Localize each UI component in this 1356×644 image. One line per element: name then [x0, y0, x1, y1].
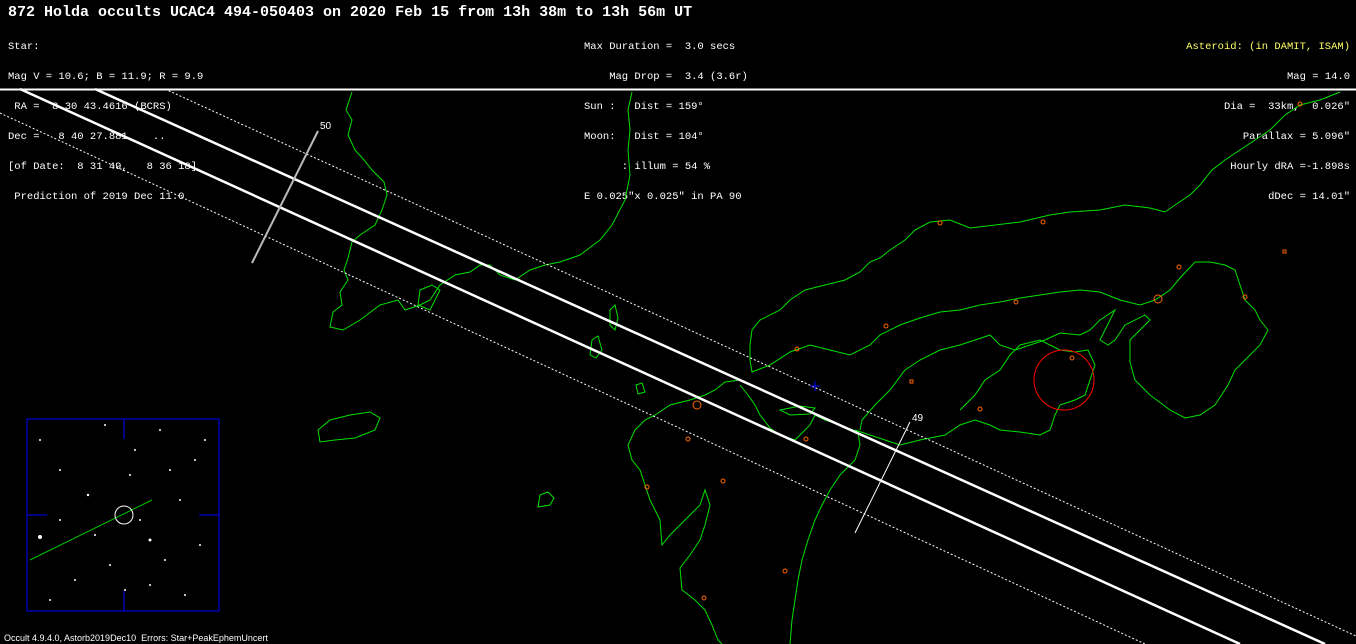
city-marker-large: [692, 400, 702, 410]
time-tick-50: [251, 130, 319, 264]
city-marker: [909, 379, 914, 384]
coast-island-b: [317, 411, 381, 443]
city-marker: [1040, 219, 1046, 225]
city-marker: [701, 595, 707, 601]
time-label-49: 49: [912, 413, 924, 424]
blue-cross: [810, 381, 820, 391]
error-ellipse: [1033, 349, 1095, 411]
city-marker: [977, 406, 983, 412]
city-marker: [685, 436, 691, 442]
city-marker: [883, 323, 889, 329]
coast-island-a: [417, 284, 441, 311]
city-marker: [1282, 249, 1287, 254]
city-marker: [803, 436, 809, 442]
path-north-limit: [94, 87, 1326, 644]
footer-info: Occult 4.9.4.0, Astorb2019Dec10 Errors: …: [4, 633, 268, 643]
coast-island-c: [537, 491, 555, 508]
coast-korea: [329, 91, 633, 331]
city-marker: [782, 568, 788, 574]
city-marker: [1013, 299, 1019, 305]
coast-island-d: [609, 304, 619, 331]
coastlines: [317, 91, 1341, 644]
finder-chart: [26, 418, 220, 612]
city-marker: [937, 220, 943, 226]
coast-shikoku: [854, 339, 1096, 446]
occultation-map: [0, 87, 1356, 644]
coast-island-f: [635, 382, 646, 395]
cities: [644, 101, 1303, 601]
city-marker-large: [1153, 294, 1163, 304]
city-marker: [1069, 355, 1075, 361]
city-marker: [720, 478, 726, 484]
coast-honshu-west: [749, 91, 1341, 431]
coast-island-e: [589, 335, 603, 359]
time-label-50: 50: [320, 121, 332, 132]
city-marker: [1176, 264, 1182, 270]
finder-box: [26, 418, 220, 612]
path-north-sigma: [164, 88, 1356, 637]
coast-kyushu: [627, 379, 741, 644]
